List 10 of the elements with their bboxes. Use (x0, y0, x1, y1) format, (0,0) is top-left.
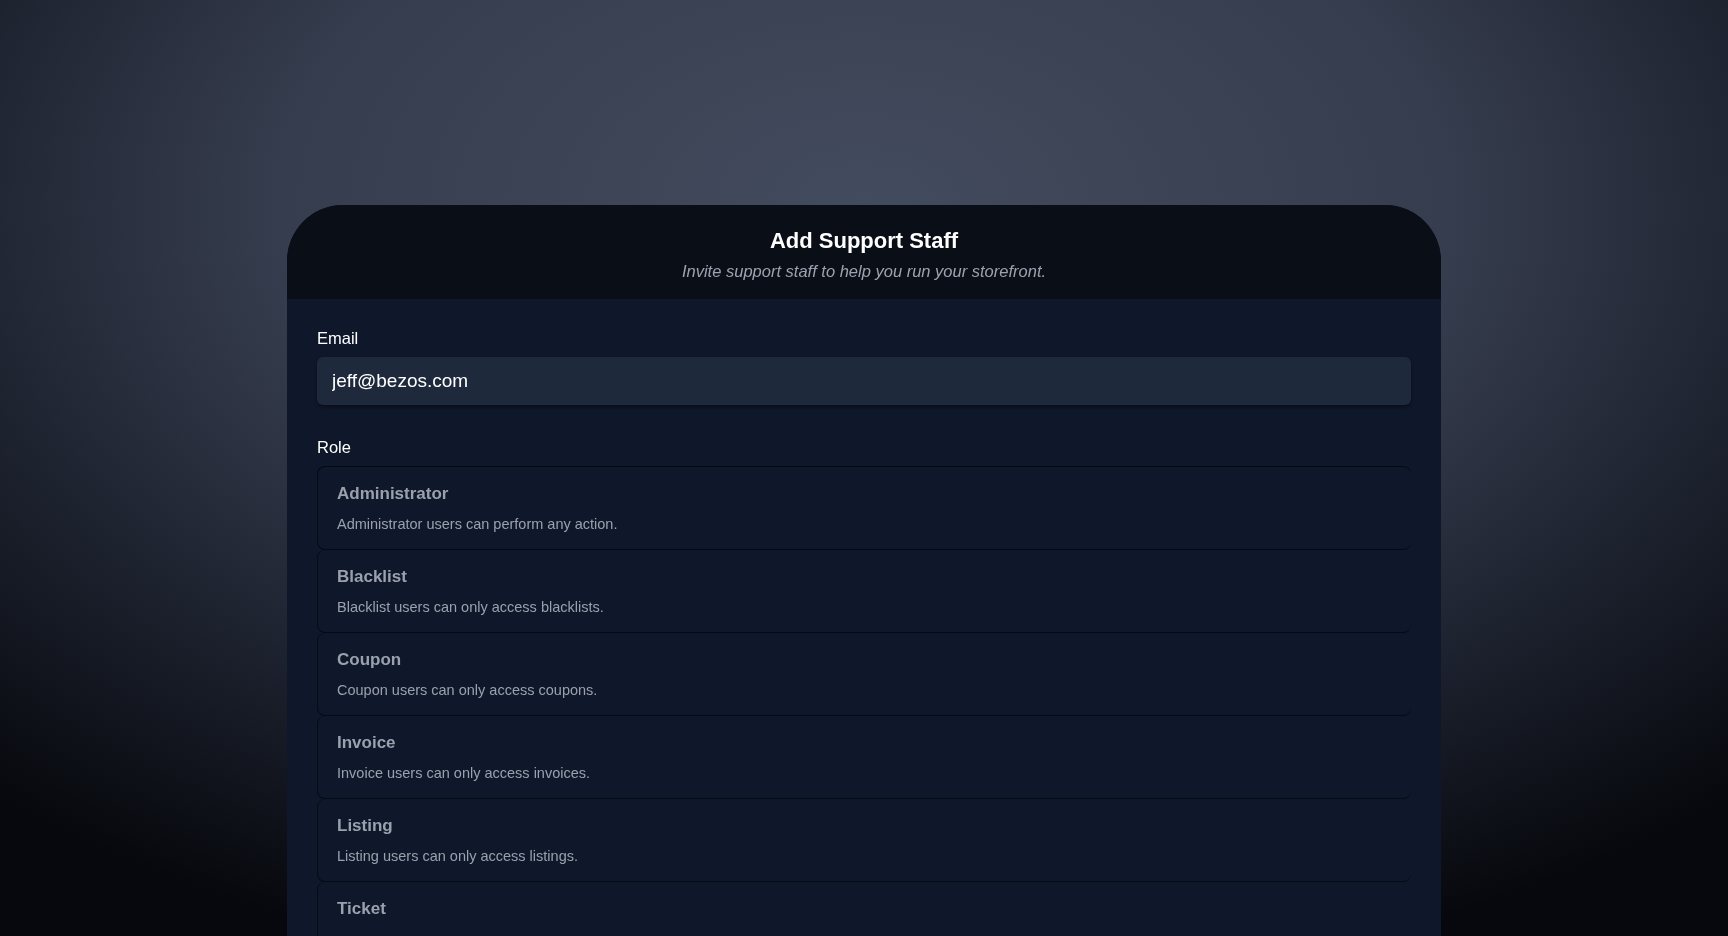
role-option[interactable]: Invoice Invoice users can only access invoices. (317, 716, 1411, 799)
dialog-subtitle: Invite support staff to help you run your storefront. (681, 261, 1047, 281)
role-label: Role (317, 438, 351, 457)
email-input[interactable]: jeff@bezos.com (317, 357, 1411, 405)
email-label: Email (317, 329, 359, 348)
role-option[interactable]: Blacklist Blacklist users can only access blacklists. (317, 550, 1411, 633)
role-option[interactable]: Coupon Coupon users can only access coupons. (317, 633, 1411, 716)
role-option[interactable]: Administrator Administrator users can perform any action. (317, 467, 1411, 550)
role-option[interactable]: Listing Listing users can only access listings. (317, 799, 1411, 882)
dialog-title: Add Support Staff (769, 227, 959, 254)
